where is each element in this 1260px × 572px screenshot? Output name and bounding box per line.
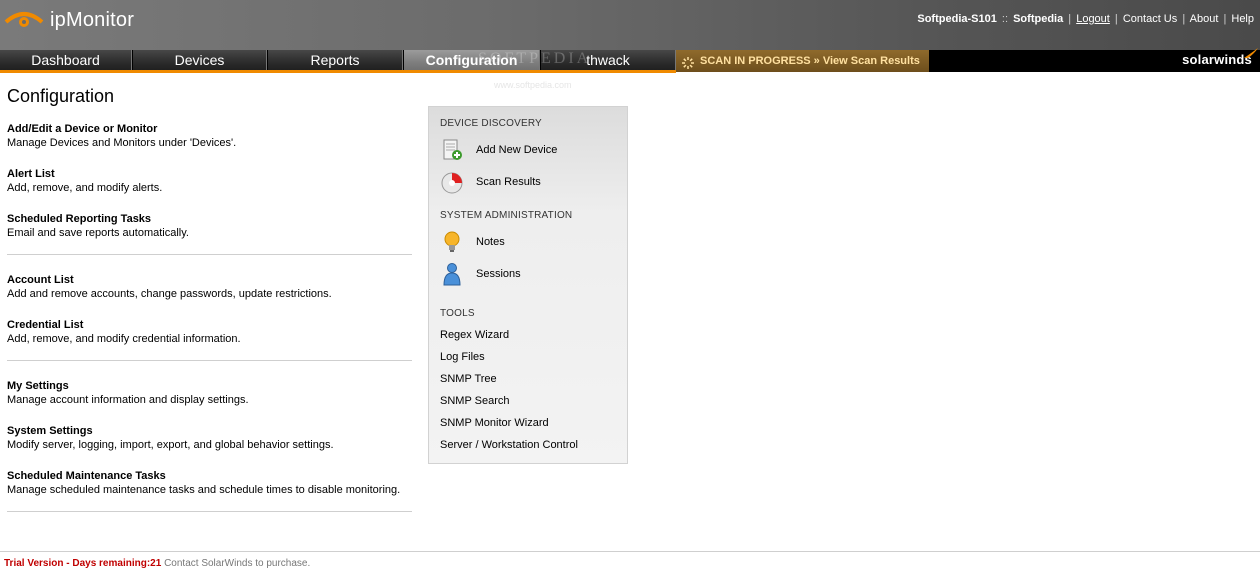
config-item-title[interactable]: Credential List <box>7 318 412 332</box>
page-title: Configuration <box>7 86 115 106</box>
add-device-icon <box>440 138 464 162</box>
divider <box>7 511 412 512</box>
spinner-icon <box>682 55 694 69</box>
config-item-title[interactable]: My Settings <box>7 379 412 393</box>
log-files-link[interactable]: Log Files <box>440 351 485 363</box>
config-item: My Settings Manage account information a… <box>7 379 412 407</box>
footer: Trial Version - Days remaining:21 Contac… <box>4 558 310 569</box>
logout-link[interactable]: Logout <box>1076 13 1110 25</box>
tab-reports[interactable]: Reports <box>268 50 403 72</box>
main-nav: Dashboard Devices Reports Configuration … <box>0 50 1260 72</box>
app-logo[interactable]: ipMonitor <box>4 6 134 34</box>
brand-text: solarwinds <box>1182 52 1252 67</box>
config-item-title[interactable]: Scheduled Reporting Tasks <box>7 212 412 226</box>
config-item-title[interactable]: Account List <box>7 273 412 287</box>
scan-status-text: SCAN IN PROGRESS » View Scan Results <box>700 55 920 67</box>
sessions-label: Sessions <box>476 268 521 280</box>
regex-wizard-link[interactable]: Regex Wizard <box>440 329 509 341</box>
divider <box>7 254 412 255</box>
notes-label: Notes <box>476 236 505 248</box>
config-list: Add/Edit a Device or Monitor Manage Devi… <box>7 122 412 530</box>
help-link[interactable]: Help <box>1231 13 1254 25</box>
config-item-title[interactable]: Scheduled Maintenance Tasks <box>7 469 412 483</box>
snmp-monitor-wizard-link[interactable]: SNMP Monitor Wizard <box>440 417 549 429</box>
snmp-search-link[interactable]: SNMP Search <box>440 395 510 407</box>
config-item: Account List Add and remove accounts, ch… <box>7 273 412 301</box>
system-admin-heading: SYSTEM ADMINISTRATION <box>440 210 573 221</box>
divider <box>7 360 412 361</box>
solarwinds-logo: solarwinds <box>1182 48 1258 67</box>
sessions-link[interactable]: Sessions <box>440 262 521 286</box>
scan-results-link[interactable]: Scan Results <box>440 170 541 194</box>
tools-heading: TOOLS <box>440 308 475 319</box>
footer-divider <box>0 551 1260 552</box>
config-item: Alert List Add, remove, and modify alert… <box>7 167 412 195</box>
config-item-desc: Modify server, logging, import, export, … <box>7 439 334 451</box>
device-discovery-heading: DEVICE DISCOVERY <box>440 118 542 129</box>
add-new-device-label: Add New Device <box>476 144 558 156</box>
add-new-device-link[interactable]: Add New Device <box>440 138 557 162</box>
scan-results-label: Scan Results <box>476 176 541 188</box>
tab-devices[interactable]: Devices <box>133 50 267 72</box>
config-item-desc: Manage Devices and Monitors under 'Devic… <box>7 137 237 149</box>
eye-logo-icon <box>4 8 44 32</box>
nav-accent-line <box>0 70 676 73</box>
config-item-title[interactable]: System Settings <box>7 424 412 438</box>
config-item-desc: Add and remove accounts, change password… <box>7 288 332 300</box>
server-name: Softpedia-S101 <box>917 13 997 25</box>
contact-purchase-text: Contact SolarWinds to purchase. <box>164 558 311 569</box>
user-icon <box>440 262 464 286</box>
watermark-url: www.softpedia.com <box>494 80 572 90</box>
flame-icon <box>1244 46 1258 58</box>
scan-results-icon <box>440 170 464 194</box>
separator: :: <box>1001 13 1009 25</box>
config-item-desc: Add, remove, and modify credential infor… <box>7 333 241 345</box>
watermark: SOFTPEDIA <box>478 50 592 67</box>
config-item: Credential List Add, remove, and modify … <box>7 318 412 346</box>
snmp-tree-link[interactable]: SNMP Tree <box>440 373 497 385</box>
config-item-desc: Email and save reports automatically. <box>7 227 189 239</box>
lightbulb-icon <box>440 230 464 254</box>
tab-dashboard[interactable]: Dashboard <box>0 50 132 72</box>
config-item-desc: Add, remove, and modify alerts. <box>7 182 163 194</box>
config-item-title[interactable]: Alert List <box>7 167 412 181</box>
config-item: Scheduled Reporting Tasks Email and save… <box>7 212 412 240</box>
app-name: ipMonitor <box>50 8 135 31</box>
notes-link[interactable]: Notes <box>440 230 505 254</box>
config-item-desc: Manage scheduled maintenance tasks and s… <box>7 484 401 496</box>
user-bar: Softpedia-S101 :: Softpedia | Logout | C… <box>917 13 1254 25</box>
config-item: System Settings Modify server, logging, … <box>7 424 412 452</box>
config-item-desc: Manage account information and display s… <box>7 394 249 406</box>
scan-status-link[interactable]: SCAN IN PROGRESS » View Scan Results <box>676 50 929 72</box>
config-item: Scheduled Maintenance Tasks Manage sched… <box>7 469 412 497</box>
trial-status: Trial Version - Days remaining:21 <box>4 558 162 569</box>
top-header: ipMonitor Softpedia-S101 :: Softpedia | … <box>0 0 1260 50</box>
config-item-title[interactable]: Add/Edit a Device or Monitor <box>7 122 412 136</box>
config-item: Add/Edit a Device or Monitor Manage Devi… <box>7 122 412 150</box>
about-link[interactable]: About <box>1190 13 1219 25</box>
user-name: Softpedia <box>1013 13 1064 25</box>
server-workstation-control-link[interactable]: Server / Workstation Control <box>440 439 578 451</box>
side-panel: DEVICE DISCOVERY Add New Device Scan Res… <box>428 106 628 464</box>
contact-us-link[interactable]: Contact Us <box>1123 13 1177 25</box>
